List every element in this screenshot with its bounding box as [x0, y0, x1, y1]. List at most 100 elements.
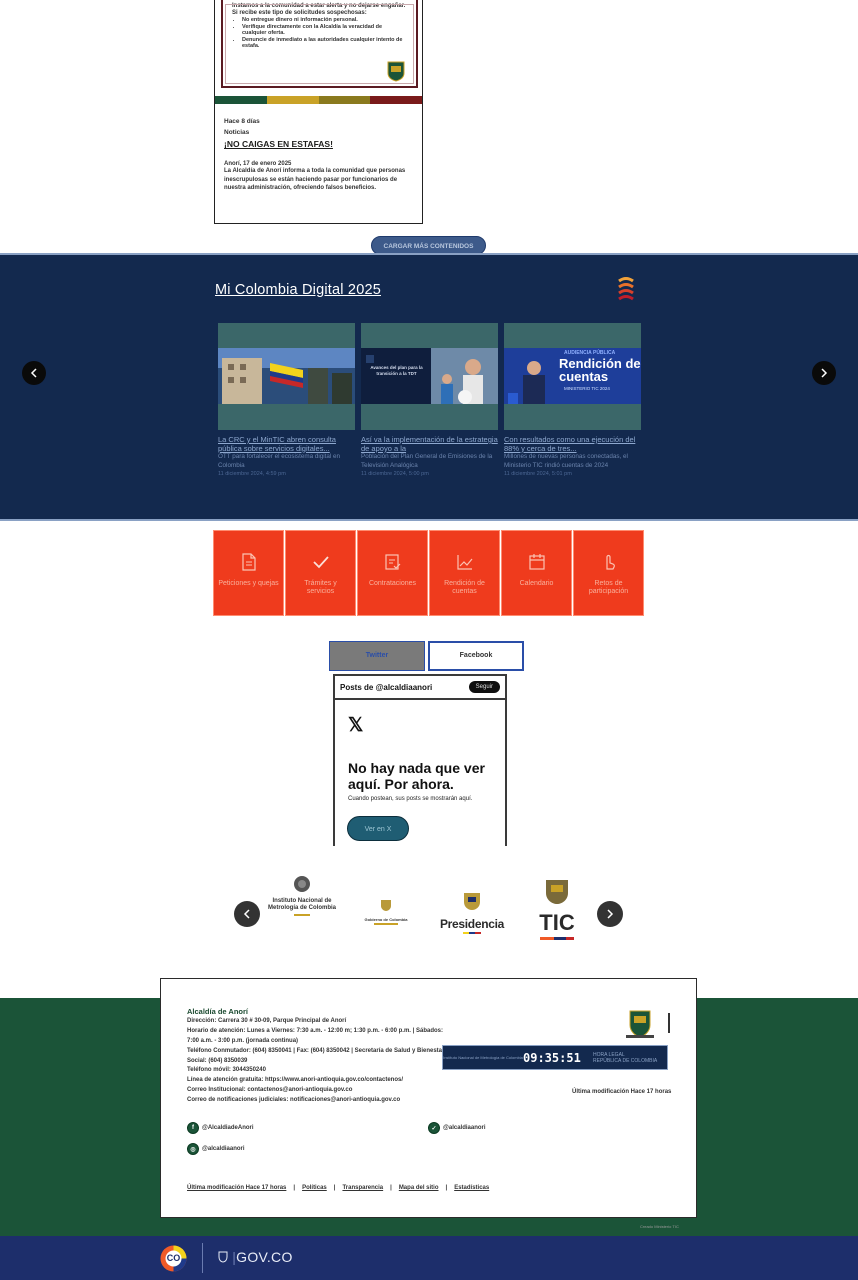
footer-line[interactable]: Correo de notificaciones judiciales: not…: [187, 1096, 457, 1106]
notice-image: Instamos a la comunidad a estar alerta y…: [221, 0, 418, 88]
chart-icon: [456, 555, 472, 570]
instagram-handle: @alcaldiaanori: [202, 1146, 245, 1152]
logos-next-button[interactable]: [597, 901, 623, 927]
tic-label: TIC: [539, 910, 575, 935]
card-subtitle: Millones de nuevas personas conectadas, …: [504, 453, 628, 469]
logo-gobierno[interactable]: Gobierno de Colombia: [357, 898, 415, 925]
logos-prev-button[interactable]: [234, 901, 260, 927]
service-label: Rendición de cuentas: [444, 580, 485, 595]
card-image-text-tag: MINISTERIO TIC 2024: [564, 386, 610, 391]
govco-text: GOV.CO: [236, 1249, 293, 1265]
tab-twitter[interactable]: Twitter: [329, 641, 425, 671]
tab-facebook[interactable]: Facebook: [428, 641, 524, 671]
card-subtitle: Población del Plan General de Emisiones …: [361, 453, 493, 469]
carousel-next-button[interactable]: [812, 361, 836, 385]
service-tramites[interactable]: Trámites y servicios: [285, 530, 356, 616]
gobierno-label: Gobierno de Colombia: [364, 917, 408, 922]
service-rendicion[interactable]: Rendición de cuentas: [429, 530, 500, 616]
card-caption[interactable]: Con resultados como una ejecución del 88…: [504, 435, 641, 453]
notice-bullet: Verifique directamente con la Alcaldía l…: [242, 24, 407, 37]
govco-bar: CO |GOV.CO: [0, 1236, 858, 1280]
divider: [668, 1013, 670, 1033]
inm-crest-icon: [294, 876, 310, 892]
footer-card: Alcaldía de Anorí Dirección: Carrera 30 …: [160, 978, 697, 1218]
footer-info: Alcaldía de Anorí Dirección: Carrera 30 …: [187, 1007, 457, 1106]
mi-colombia-digital-section: Mi Colombia Digital 2025 La CRC y el Min…: [0, 253, 858, 521]
card-subtitle: OTT para fortalecer el ecosistema digita…: [218, 453, 341, 469]
footer-line: Social: (604) 8350039: [187, 1057, 248, 1064]
card-image: AUDIENCIA PÚBLICA Rendición de cuentas M…: [504, 323, 641, 430]
footer-line: Horario de atención: Lunes a Viernes: 7:…: [187, 1027, 443, 1034]
govco-link[interactable]: |GOV.CO: [218, 1249, 293, 1265]
service-calendario[interactable]: Calendario: [501, 530, 572, 616]
footer-line: 7:00 a.m. - 3:00 p.m. (jornada continua): [187, 1037, 299, 1044]
presidencia-label: Presidencia: [439, 917, 505, 931]
mcd-card[interactable]: La CRC y el MinTIC abren consulta públic…: [218, 323, 355, 478]
footer-line[interactable]: Correo Institucional: contactenos@anori-…: [187, 1086, 457, 1096]
clock-time: 09:35:51: [523, 1050, 581, 1065]
municipal-seal-icon: [387, 61, 405, 82]
link-transparencia[interactable]: Transparencia: [342, 1185, 383, 1191]
service-label: Calendario: [519, 580, 554, 587]
card-date: 11 diciembre 2024, 5:00 pm: [361, 471, 429, 478]
flag-bar: [436, 932, 508, 934]
footer-links: Última modificación Hace 17 horas | Polí…: [187, 1185, 490, 1191]
footer-instagram-link[interactable]: ◎ @alcaldiaanori: [187, 1143, 245, 1155]
facebook-icon: f: [187, 1122, 199, 1134]
presidencia-crest-icon: [464, 893, 480, 910]
follow-button[interactable]: Seguir: [468, 681, 500, 693]
service-contrataciones[interactable]: Contrataciones: [357, 530, 428, 616]
logo-presidencia[interactable]: Presidencia: [436, 890, 508, 934]
last-modified: Última modificación Hace 17 horas: [187, 1185, 287, 1191]
empty-subtitle: Cuando postean, sus posts se mostrarán a…: [348, 796, 473, 802]
card-caption[interactable]: Así va la implementación de la estrategi…: [361, 435, 498, 453]
card-caption[interactable]: La CRC y el MinTIC abren consulta públic…: [218, 435, 355, 453]
calendar-icon: [528, 554, 545, 570]
link-mapa-sitio[interactable]: Mapa del sitio: [399, 1185, 439, 1191]
flag-bar: [536, 937, 578, 940]
service-label: Contrataciones: [368, 580, 417, 587]
tdt-image: [361, 348, 498, 404]
clipboard-check-icon: [384, 554, 400, 570]
clock-label: HORA LEGAL REPÚBLICA DE COLOMBIA: [593, 1052, 657, 1064]
service-label: Trámites y servicios: [304, 580, 337, 595]
chevron-left-icon: [243, 909, 250, 919]
link-politicas[interactable]: Políticas: [302, 1185, 327, 1191]
co-logo-text: CO: [166, 1253, 181, 1263]
chevron-left-icon: [30, 368, 37, 378]
x-logo-icon: 𝕏: [348, 715, 364, 736]
twitter-embed-header: Posts de @alcaldiaanori Seguir: [335, 676, 505, 700]
footer-line: Dirección: Carrera 30 # 30-09, Parque Pr…: [187, 1017, 347, 1024]
card-image: Avances del plan para la transición a la…: [361, 323, 498, 430]
news-card[interactable]: Instamos a la comunidad a estar alerta y…: [214, 0, 423, 224]
service-label: Peticiones y quejas: [218, 580, 279, 587]
view-on-x-button[interactable]: Ver en X: [347, 816, 409, 841]
facebook-handle: @AlcaldiadeAnori: [202, 1125, 254, 1131]
link-estadisticas[interactable]: Estadísticas: [454, 1185, 489, 1191]
mcd-card[interactable]: AUDIENCIA PÚBLICA Rendición de cuentas M…: [504, 323, 641, 478]
service-peticiones[interactable]: Peticiones y quejas: [213, 530, 284, 616]
carousel-prev-button[interactable]: [22, 361, 46, 385]
chevron-right-icon: [821, 368, 828, 378]
mcd-title[interactable]: Mi Colombia Digital 2025: [215, 282, 381, 298]
document-icon: [241, 553, 256, 571]
footer-line[interactable]: Línea de atención gratuita: https://www.…: [187, 1076, 457, 1086]
flag-stripe: [215, 96, 422, 104]
posts-header: Posts de @alcaldiaanori: [340, 682, 433, 692]
gobierno-crest-icon: [381, 900, 391, 911]
logo-inm[interactable]: Instituto Nacional de Metrología de Colo…: [262, 875, 342, 916]
tic-crest-icon: [546, 880, 568, 904]
twitter-handle: @alcaldiaanori: [443, 1125, 486, 1131]
clock-label-line2: REPÚBLICA DE COLOMBIA: [593, 1057, 658, 1064]
inm-label: Instituto Nacional de Metrología de Colo…: [267, 898, 336, 911]
co-logo[interactable]: CO: [160, 1245, 187, 1272]
twitter-icon: ✓: [428, 1122, 440, 1134]
legal-time-widget: Instituto Nacional de Metrología de Colo…: [442, 1045, 668, 1070]
service-retos[interactable]: Retos de participación: [573, 530, 644, 616]
footer-twitter-link[interactable]: ✓ @alcaldiaanori: [428, 1122, 486, 1134]
footer-facebook-link[interactable]: f @AlcaldiadeAnori: [187, 1122, 254, 1134]
news-title[interactable]: ¡NO CAIGAS EN ESTAFAS!: [224, 139, 416, 149]
logo-tic[interactable]: TIC: [536, 877, 578, 940]
footer-line: Teléfono móvil: 3044350240: [187, 1067, 266, 1074]
mcd-card[interactable]: Avances del plan para la transición a la…: [361, 323, 498, 478]
